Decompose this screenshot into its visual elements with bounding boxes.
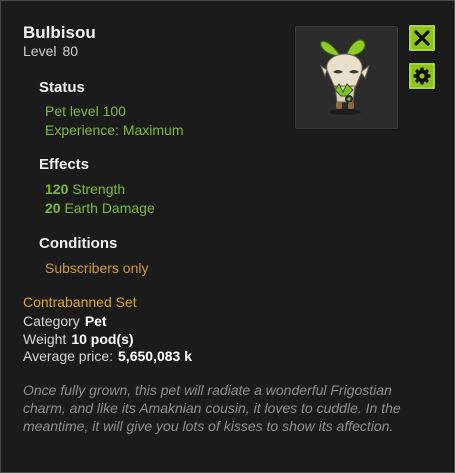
price-row: Average price: 5,650,083 k (23, 348, 192, 364)
effect-value: 120 (45, 181, 69, 197)
item-level: Level 80 (23, 43, 78, 59)
level-value: 80 (62, 43, 79, 59)
close-icon (414, 30, 430, 46)
settings-button[interactable] (408, 62, 436, 90)
effect-line: 20 Earth Damage (45, 200, 155, 216)
effects-heading: Effects (39, 156, 90, 173)
weight-label: Weight (23, 331, 67, 347)
category-label: Category (23, 313, 80, 329)
condition-line: Subscribers only (45, 260, 149, 276)
item-image-frame (294, 25, 399, 130)
item-description: Once fully grown, this pet will radiate … (23, 382, 401, 434)
weight-value: 10 pod(s) (71, 331, 134, 347)
item-name: Bulbisou (23, 23, 96, 42)
effect-label: Strength (72, 181, 126, 197)
status-heading: Status (39, 79, 85, 96)
category-value: Pet (84, 313, 107, 329)
item-tooltip-panel: Bulbisou Level 80 Status Pet level 100 E… (0, 0, 455, 473)
price-value: 5,650,083 k (118, 348, 192, 364)
bulbisou-pet-image (319, 39, 370, 115)
status-line: Experience: Maximum (45, 122, 184, 138)
conditions-heading: Conditions (39, 235, 118, 252)
gear-icon (413, 67, 431, 85)
close-button[interactable] (408, 24, 436, 52)
category-row: Category Pet (23, 313, 107, 329)
status-line: Pet level 100 (45, 103, 126, 119)
effect-label: Earth Damage (64, 200, 155, 216)
effect-line: 120 Strength (45, 181, 125, 197)
price-label: Average price: (23, 348, 114, 364)
level-label: Level (23, 43, 57, 59)
set-name-link[interactable]: Contrabanned Set (23, 294, 137, 310)
effect-value: 20 (45, 200, 61, 216)
weight-row: Weight 10 pod(s) (23, 331, 134, 347)
